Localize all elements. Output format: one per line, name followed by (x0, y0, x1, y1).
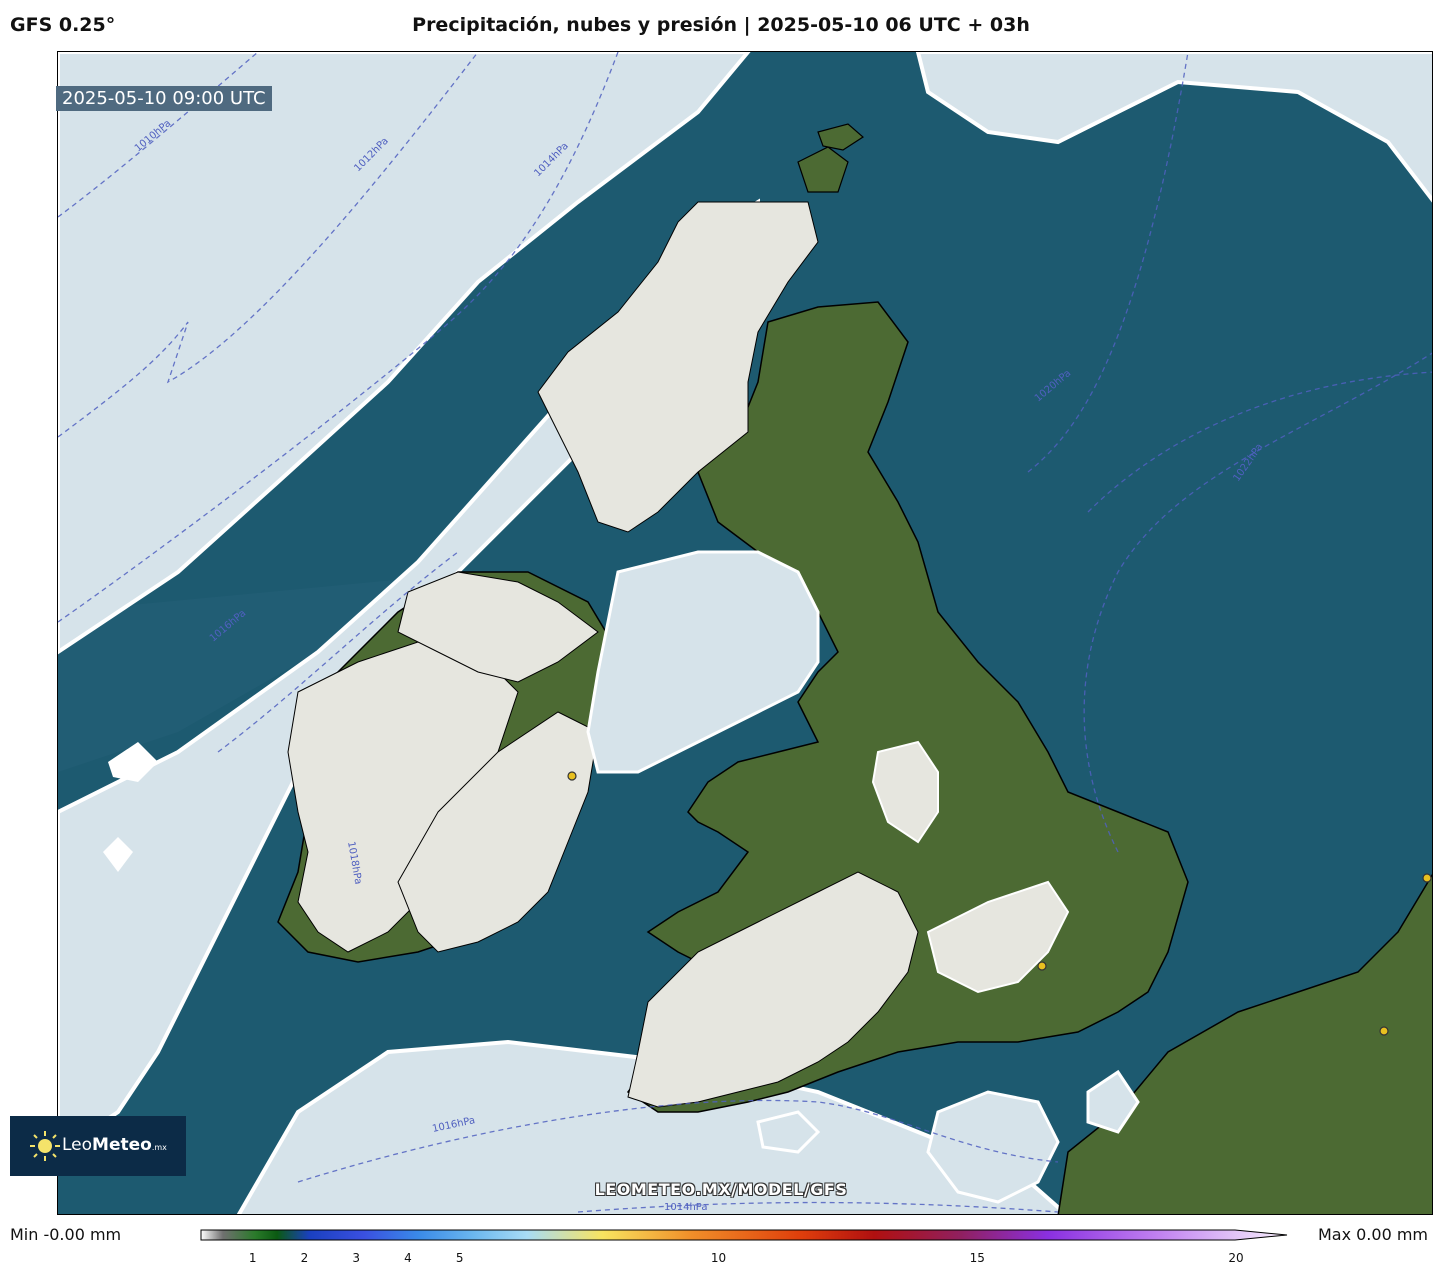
isobar-label: 1014hPa (664, 1202, 708, 1213)
valid-time-label: 2025-05-10 09:00 UTC (56, 86, 272, 111)
weather-map: 1010hPa 1012hPa 1014hPa 1016hPa 1018hPa … (57, 51, 1433, 1215)
colorbar-tick-label: 1 (248, 1251, 257, 1265)
colorbar-max-label: Max 0.00 mm (1317, 1225, 1428, 1244)
colorbar-tick-label: 15 (969, 1251, 985, 1265)
colorbar-tick-label: 4 (404, 1251, 412, 1265)
watermark: LEOMETEO.MX/MODEL/GFS (594, 1180, 848, 1199)
colorbar-tick-label: 5 (455, 1251, 464, 1265)
colorbar-min-label: Min -0.00 mm (10, 1225, 122, 1244)
colorbar-tick-label: 3 (352, 1251, 361, 1265)
city-dot (567, 771, 577, 781)
colorbar (200, 1229, 1288, 1241)
chart-title: Precipitación, nubes y presión | 2025-05… (412, 14, 1030, 36)
city-dot (1037, 961, 1047, 971)
sun-icon (30, 1131, 60, 1161)
leometeo-logo[interactable]: LeoMeteo.mx (10, 1116, 186, 1176)
city-dot (1422, 873, 1432, 883)
logo-text: LeoMeteo.mx (62, 1135, 167, 1155)
city-dot (1379, 1026, 1389, 1036)
colorbar-tick-label: 2 (300, 1251, 309, 1265)
map-canvas: 1010hPa 1012hPa 1014hPa 1016hPa 1018hPa … (58, 52, 1432, 1214)
colorbar-tick-label: 10 (710, 1251, 727, 1265)
colorbar-tick-label: 20 (1228, 1251, 1244, 1265)
